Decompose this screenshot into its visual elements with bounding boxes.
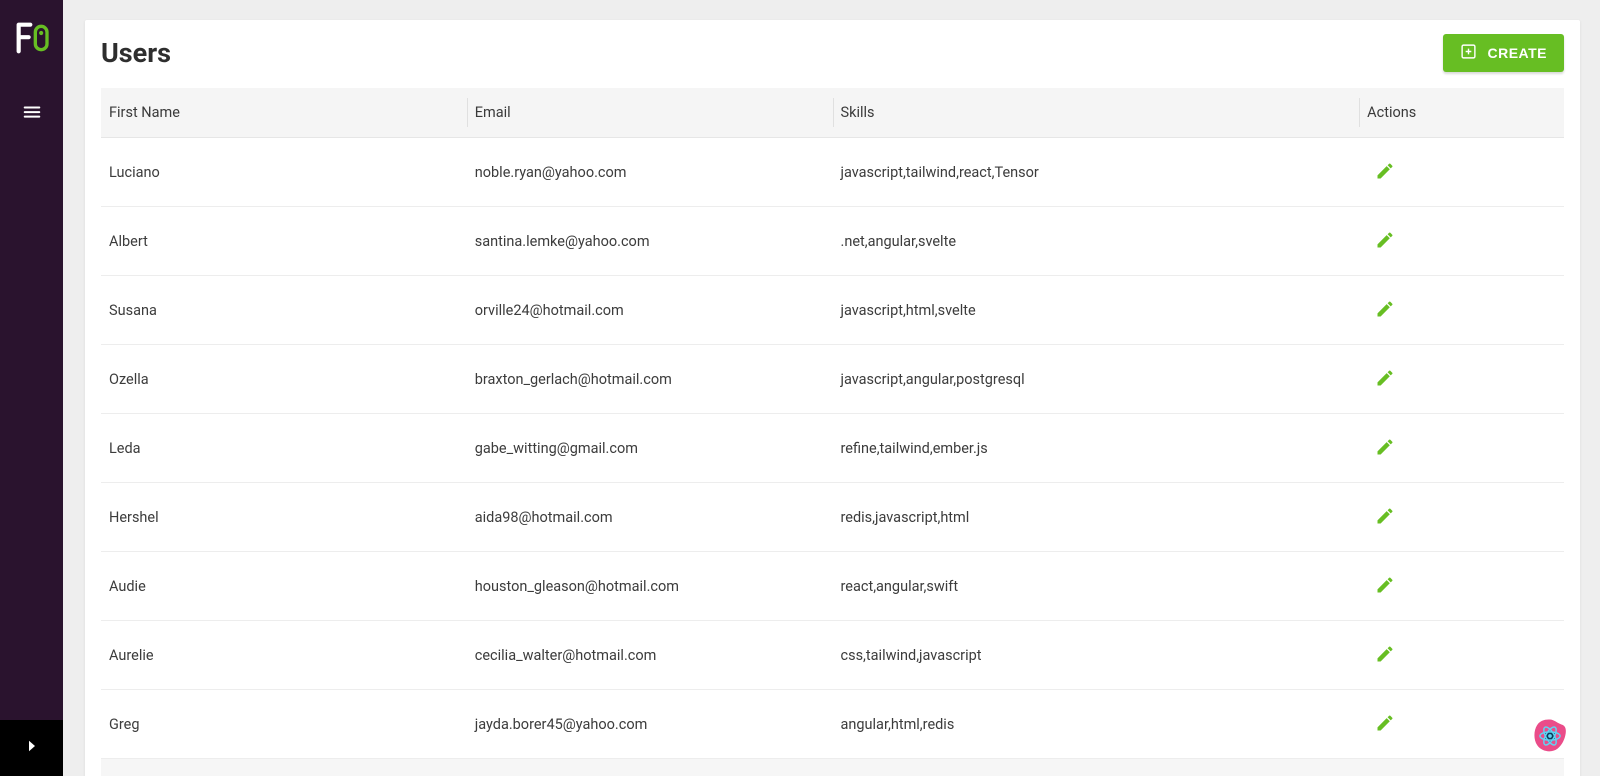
cell-email: santina.lemke@yahoo.com [467,207,833,276]
cell-email: houston_gleason@hotmail.com [467,552,833,621]
cell-skills: javascript,tailwind,react,Tensor [833,138,1360,207]
cell-actions [1359,759,1564,776]
cell-actions [1359,276,1564,345]
edit-button[interactable] [1367,361,1403,397]
cell-firstname: Luciano [101,138,467,207]
table-row: Ozellabraxton_gerlach@hotmail.comjavascr… [101,345,1564,414]
cell-firstname: Susana [101,276,467,345]
cell-actions [1359,345,1564,414]
content-card: Users CREATE First Name Email [85,20,1580,776]
edit-icon [1375,506,1395,529]
cell-skills: javascript,html,svelte [833,276,1360,345]
cell-actions [1359,552,1564,621]
cell-firstname: Mackenzie [101,759,467,776]
edit-icon [1375,299,1395,322]
col-header-firstname[interactable]: First Name [101,88,467,138]
create-button[interactable]: CREATE [1443,34,1564,72]
create-button-label: CREATE [1487,45,1547,61]
edit-icon [1375,575,1395,598]
table-row: Lucianonoble.ryan@yahoo.comjavascript,ta… [101,138,1564,207]
cell-skills: refine,tailwind,ember.js [833,414,1360,483]
table-row: Hershelaida98@hotmail.comredis,javascrip… [101,483,1564,552]
table-row: Aureliececilia_walter@hotmail.comcss,tai… [101,621,1564,690]
cell-firstname: Aurelie [101,621,467,690]
cell-skills: angular,html,redis [833,690,1360,759]
cell-skills: .net,angular,svelte [833,207,1360,276]
react-query-devtool-icon[interactable] [1528,714,1572,758]
edit-icon [1375,644,1395,667]
cell-skills: css,tailwind,javascript [833,621,1360,690]
table-header-row: First Name Email Skills Actions [101,88,1564,138]
edit-button[interactable] [1367,292,1403,328]
cell-actions [1359,207,1564,276]
cell-firstname: Greg [101,690,467,759]
app-logo [8,14,56,62]
table-row: Albertsantina.lemke@yahoo.com.net,angula… [101,207,1564,276]
cell-email: jayda.borer45@yahoo.com [467,690,833,759]
col-header-skills[interactable]: Skills [833,88,1360,138]
card-header: Users CREATE [85,20,1580,88]
main-content[interactable]: Users CREATE First Name Email [63,0,1600,776]
cell-actions [1359,414,1564,483]
cell-actions [1359,621,1564,690]
edit-button[interactable] [1367,706,1403,742]
cell-firstname: Leda [101,414,467,483]
cell-firstname: Hershel [101,483,467,552]
col-header-email[interactable]: Email [467,88,833,138]
edit-icon [1375,437,1395,460]
cell-email: aida98@hotmail.com [467,483,833,552]
page-title: Users [101,37,171,69]
cell-actions [1359,138,1564,207]
plus-box-icon [1460,43,1477,63]
cell-skills: redis,javascript,html [833,483,1360,552]
edit-button[interactable] [1367,154,1403,190]
hamburger-icon[interactable] [12,92,52,132]
edit-icon [1375,368,1395,391]
cell-actions [1359,483,1564,552]
cell-email: braxton_gerlach@hotmail.com [467,345,833,414]
sidebar-expand[interactable] [0,720,63,776]
cell-skills: refine,postgresql,html [833,759,1360,776]
edit-button[interactable] [1367,499,1403,535]
cell-firstname: Ozella [101,345,467,414]
edit-icon [1375,161,1395,184]
edit-icon [1375,713,1395,736]
cell-firstname: Albert [101,207,467,276]
table-row: Ledagabe_witting@gmail.comrefine,tailwin… [101,414,1564,483]
edit-button[interactable] [1367,223,1403,259]
cell-email: maribel_ankunding38@hotmail.com [467,759,833,776]
users-table: First Name Email Skills Actions Lucianon… [101,88,1564,776]
table-row: Susanaorville24@hotmail.comjavascript,ht… [101,276,1564,345]
cell-email: cecilia_walter@hotmail.com [467,621,833,690]
cell-skills: react,angular,swift [833,552,1360,621]
chevron-right-icon [23,737,41,759]
edit-button[interactable] [1367,637,1403,673]
sidebar [0,0,63,776]
cell-firstname: Audie [101,552,467,621]
table-row: Mackenziemaribel_ankunding38@hotmail.com… [101,759,1564,776]
edit-button[interactable] [1367,568,1403,604]
cell-email: noble.ryan@yahoo.com [467,138,833,207]
cell-email: gabe_witting@gmail.com [467,414,833,483]
table-row: Gregjayda.borer45@yahoo.comangular,html,… [101,690,1564,759]
edit-button[interactable] [1367,430,1403,466]
table-row: Audiehouston_gleason@hotmail.comreact,an… [101,552,1564,621]
edit-icon [1375,230,1395,253]
cell-skills: javascript,angular,postgresql [833,345,1360,414]
cell-email: orville24@hotmail.com [467,276,833,345]
col-header-actions: Actions [1359,88,1564,138]
